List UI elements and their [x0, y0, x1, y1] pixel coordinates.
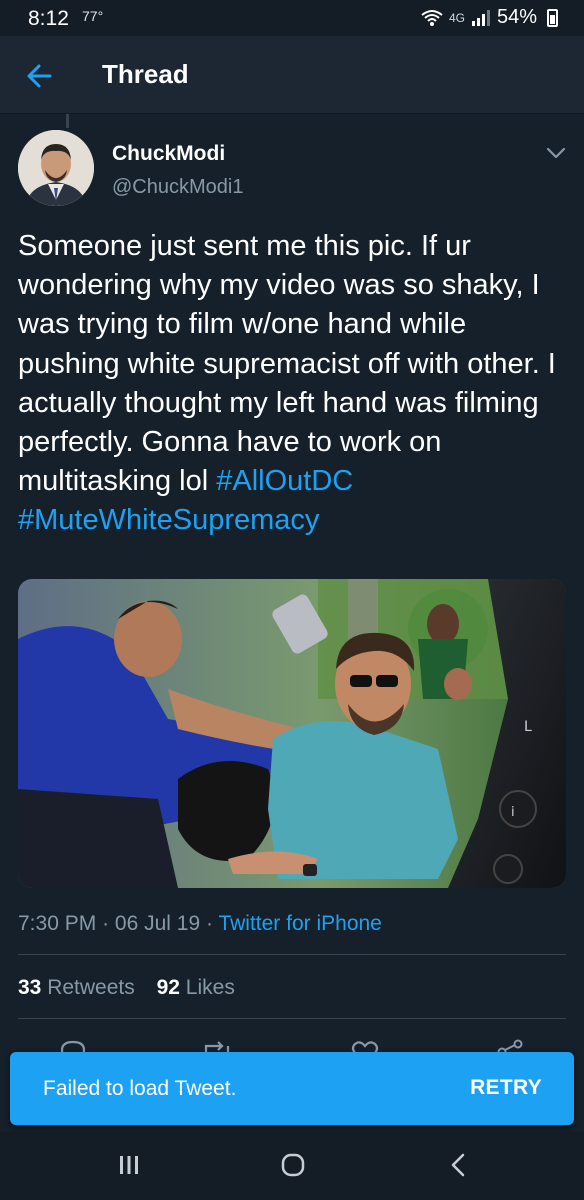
back-button[interactable]: [22, 58, 58, 94]
home-icon[interactable]: [280, 1152, 306, 1178]
photo-image: L i: [18, 579, 566, 888]
divider: [18, 954, 566, 955]
network-type: 4G: [448, 10, 465, 25]
battery-icon: [547, 8, 558, 27]
retweets-label: Retweets: [47, 976, 135, 999]
battery-percent: 54%: [496, 6, 537, 28]
app-header: Thread: [0, 36, 584, 114]
separator: ·: [102, 912, 110, 935]
user-handle[interactable]: @ChuckModi1: [112, 176, 243, 199]
likes-label: Likes: [185, 976, 235, 999]
tweet-text: Someone just sent me this pic. If ur won…: [18, 227, 570, 541]
hashtag-link[interactable]: #AllOutDC: [216, 465, 353, 497]
arrow-left-icon: [27, 64, 52, 88]
tweet-photo[interactable]: L i: [18, 579, 566, 888]
tweet-source-link[interactable]: Twitter for iPhone: [218, 912, 381, 935]
error-snackbar: Failed to load Tweet. RETRY: [10, 1052, 574, 1125]
signal-icon: [471, 9, 490, 26]
display-name[interactable]: ChuckModi: [112, 142, 225, 166]
tweet-stats: 33 Retweets 92 Likes: [18, 976, 251, 1000]
status-icons: 4G 54%: [421, 6, 558, 29]
separator: ·: [205, 912, 213, 935]
likes-count: 92: [156, 976, 180, 999]
hashtag-link[interactable]: #MuteWhiteSupremacy: [18, 504, 319, 536]
retweets-count: 33: [18, 976, 42, 999]
tweet-time: 7:30 PM: [18, 912, 97, 935]
thread-connector-line: [66, 114, 69, 128]
likes-stat[interactable]: 92 Likes: [157, 976, 235, 999]
tweet-timestamp: 7:30 PM · 06 Jul 19 · Twitter for iPhone: [18, 912, 382, 936]
status-bar: 8:12 77° 4G 54%: [0, 0, 584, 36]
wifi-icon: [421, 9, 443, 26]
recents-icon[interactable]: [116, 1152, 142, 1178]
chevron-down-icon[interactable]: [546, 146, 566, 160]
avatar-image: [18, 130, 94, 206]
avatar[interactable]: [18, 130, 94, 206]
svg-text:L: L: [524, 719, 532, 735]
tweet-date: 06 Jul 19: [114, 912, 201, 935]
status-time: 8:12: [28, 7, 69, 30]
page-title: Thread: [102, 59, 189, 89]
retry-button[interactable]: RETRY: [470, 1076, 542, 1100]
status-temperature: 77°: [82, 8, 104, 24]
snackbar-message: Failed to load Tweet.: [43, 1077, 237, 1100]
retweets-stat[interactable]: 33 Retweets: [18, 976, 135, 999]
system-nav-bar: [0, 1132, 584, 1200]
divider: [18, 1018, 566, 1019]
svg-text:i: i: [511, 805, 515, 820]
tweet-body: Someone just sent me this pic. If ur won…: [18, 230, 564, 498]
back-icon[interactable]: [446, 1152, 472, 1178]
